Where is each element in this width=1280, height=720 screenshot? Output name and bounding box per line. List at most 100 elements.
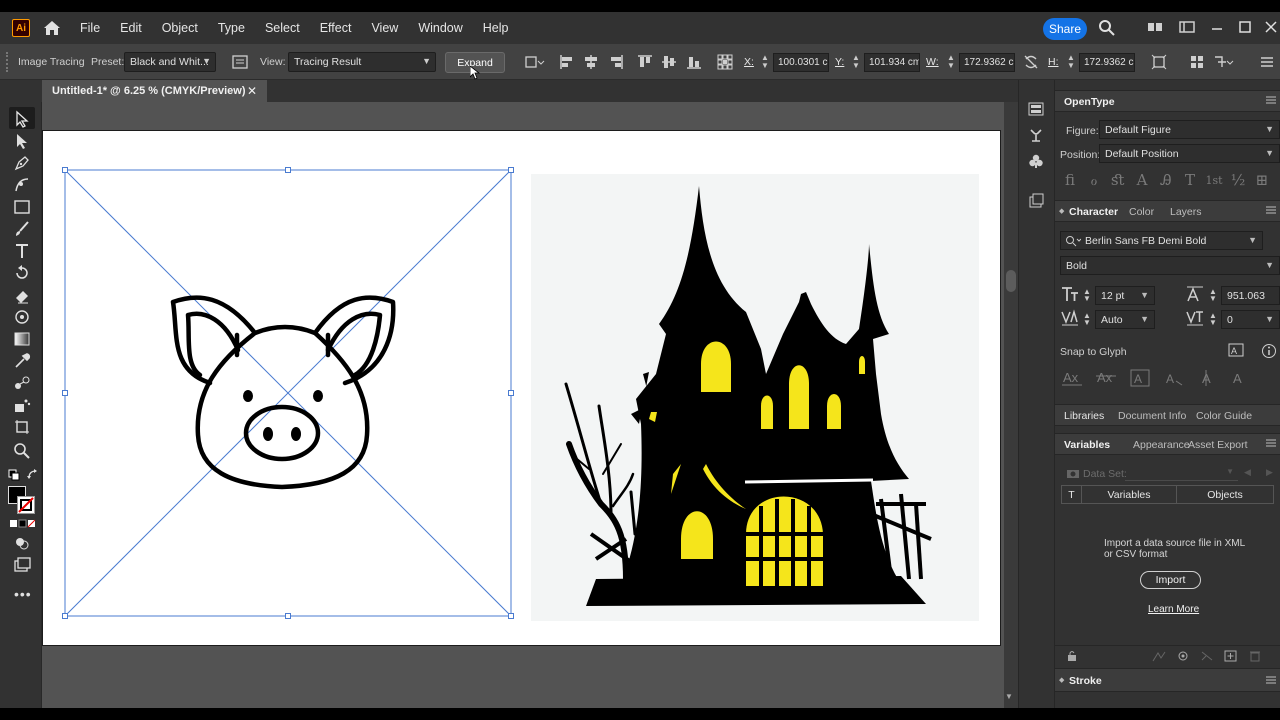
stroke-color-swatch[interactable] <box>17 496 35 514</box>
stroke-panel-header[interactable]: ◆ Stroke <box>1055 668 1280 692</box>
color-mode-icons[interactable] <box>9 519 37 532</box>
y-stepper-icon[interactable]: ▲ ▼ <box>852 54 860 70</box>
blend-tool-icon[interactable] <box>13 374 31 392</box>
gradient-tool-icon[interactable] <box>13 330 31 348</box>
control-bar-grip[interactable] <box>6 52 10 72</box>
type-tool-icon[interactable] <box>13 242 31 260</box>
swash-button[interactable]: A <box>1132 170 1152 190</box>
eyedropper-tool-icon[interactable] <box>13 352 31 370</box>
view-dropdown[interactable]: Tracing Result ▼ <box>288 52 436 72</box>
align-center-icon[interactable] <box>582 53 600 71</box>
puppet-icon[interactable] <box>1028 127 1044 146</box>
menu-type[interactable]: Type <box>218 21 245 35</box>
tab-variables[interactable]: Variables <box>1064 439 1110 451</box>
font-size-stepper-icon[interactable]: ▲ ▼ <box>1083 288 1091 303</box>
panel-menu-icon[interactable] <box>1266 205 1276 215</box>
info-icon[interactable] <box>1261 343 1277 362</box>
align-top-icon[interactable] <box>636 53 654 71</box>
constrain-proportions-icon[interactable] <box>1022 53 1040 71</box>
selection-tool-icon[interactable] <box>13 110 31 128</box>
menu-object[interactable]: Object <box>162 21 198 35</box>
tab-character[interactable]: Character <box>1069 206 1118 218</box>
figure-dropdown[interactable]: Default Figure ▼ <box>1099 120 1280 139</box>
tracking-stepper-icon[interactable]: ▲ ▼ <box>1209 312 1217 327</box>
screen-mode-icon[interactable] <box>13 556 31 574</box>
snap-glyph-bounds-icon[interactable]: A <box>1130 369 1150 387</box>
paintbrush-tool-icon[interactable] <box>13 220 31 238</box>
w-input[interactable]: 172.9362 ci <box>959 53 1015 72</box>
tab-color-guide[interactable]: Color Guide <box>1196 410 1252 422</box>
close-window-icon[interactable] <box>1262 18 1280 36</box>
panel-menu-icon[interactable] <box>1266 438 1276 448</box>
h-stepper-icon[interactable]: ▲ ▼ <box>1067 54 1075 70</box>
menu-help[interactable]: Help <box>483 21 509 35</box>
menu-file[interactable]: File <box>80 21 100 35</box>
font-size-input[interactable]: 12 pt ▼ <box>1095 286 1155 305</box>
menu-edit[interactable]: Edit <box>120 21 142 35</box>
learn-more-link[interactable]: Learn More <box>1148 604 1199 615</box>
tab-document-info[interactable]: Document Info <box>1118 410 1186 422</box>
export-icon[interactable] <box>1028 193 1044 212</box>
workspace-icon[interactable] <box>1178 18 1196 36</box>
document-tab[interactable]: Untitled-1* @ 6.25 % (CMYK/Preview) ✕ <box>42 80 267 102</box>
variables-panel-header[interactable]: Variables Appearance Asset Export <box>1055 433 1280 455</box>
ligatures-button[interactable]: ﬁ <box>1060 170 1080 190</box>
curvature-tool-icon[interactable] <box>13 176 31 194</box>
tab-libraries[interactable]: Libraries <box>1064 410 1104 422</box>
symbol-sprayer-tool-icon[interactable] <box>13 396 31 414</box>
draw-mode-icon[interactable] <box>13 534 31 552</box>
scrollbar-thumb[interactable] <box>1006 270 1016 292</box>
menu-effect[interactable]: Effect <box>320 21 352 35</box>
unbind-variable-icon[interactable] <box>1200 650 1214 662</box>
close-icon[interactable]: ✕ <box>247 84 257 98</box>
character-panel-header[interactable]: ◆ Character Color Layers <box>1055 200 1280 222</box>
snap-proximity-icon[interactable]: A <box>1164 369 1184 387</box>
h-input[interactable]: 172.9362 ci <box>1079 53 1135 72</box>
snap-anchor-icon[interactable]: A <box>1232 369 1246 387</box>
position-dropdown[interactable]: Default Position ▼ <box>1099 144 1280 163</box>
recolor-icon[interactable] <box>1212 53 1234 71</box>
control-menu-icon[interactable] <box>1258 53 1276 71</box>
more-tools-icon[interactable]: ••• <box>14 586 32 602</box>
kerning-input[interactable]: Auto ▼ <box>1095 310 1155 329</box>
make-visibility-dynamic-icon[interactable] <box>1176 650 1190 662</box>
tab-appearance[interactable]: Appearance <box>1133 439 1190 451</box>
new-variable-icon[interactable] <box>1224 650 1238 662</box>
rotate-tool-icon[interactable] <box>13 264 31 282</box>
arrange-icon[interactable] <box>1188 53 1206 71</box>
leading-stepper-icon[interactable]: ▲ ▼ <box>1209 288 1217 303</box>
kerning-stepper-icon[interactable]: ▲ ▼ <box>1083 312 1091 327</box>
collapse-icon[interactable]: ◆ <box>1059 676 1064 684</box>
col-variables[interactable]: Variables <box>1082 486 1177 503</box>
opentype-panel-header[interactable]: OpenType <box>1055 90 1280 112</box>
eraser-tool-icon[interactable] <box>13 286 31 304</box>
snap-angular-icon[interactable]: A <box>1198 369 1218 387</box>
pig-face-artwork[interactable] <box>60 165 518 621</box>
minimize-icon[interactable] <box>1208 18 1226 36</box>
font-family-dropdown[interactable]: Berlin Sans FB Demi Bold ▼ <box>1060 231 1263 250</box>
make-object-dynamic-icon[interactable] <box>1152 650 1166 662</box>
align-right-icon[interactable] <box>607 53 625 71</box>
puppet-warp-tool-icon[interactable] <box>13 308 31 326</box>
home-icon[interactable] <box>42 18 62 38</box>
tracking-input[interactable]: 0 ▼ <box>1221 310 1280 329</box>
properties-icon[interactable] <box>1028 101 1044 120</box>
stylistic-alternates-button[interactable]: Ꭿ <box>1156 170 1176 190</box>
panel-menu-icon[interactable] <box>1266 95 1276 105</box>
delete-variable-icon[interactable] <box>1248 650 1262 662</box>
symbols-club-icon[interactable] <box>1028 153 1044 172</box>
tab-asset-export[interactable]: Asset Export <box>1188 439 1248 451</box>
col-type[interactable]: T <box>1062 486 1082 503</box>
align-left-icon[interactable] <box>558 53 576 71</box>
col-objects[interactable]: Objects <box>1177 486 1273 503</box>
default-colors-icon[interactable] <box>8 469 20 484</box>
libraries-panel-header[interactable]: Libraries Document Info Color Guide <box>1055 404 1280 426</box>
fractions-button[interactable]: ½ <box>1228 170 1248 190</box>
import-button[interactable]: Import <box>1140 571 1201 589</box>
transform-icon[interactable] <box>524 53 545 71</box>
collapse-icon[interactable]: ◆ <box>1059 207 1064 215</box>
titling-alternates-button[interactable]: T <box>1180 170 1200 190</box>
maximize-icon[interactable] <box>1236 18 1254 36</box>
ornaments-button[interactable]: ⊞ <box>1252 170 1272 190</box>
search-icon[interactable] <box>1098 19 1116 40</box>
